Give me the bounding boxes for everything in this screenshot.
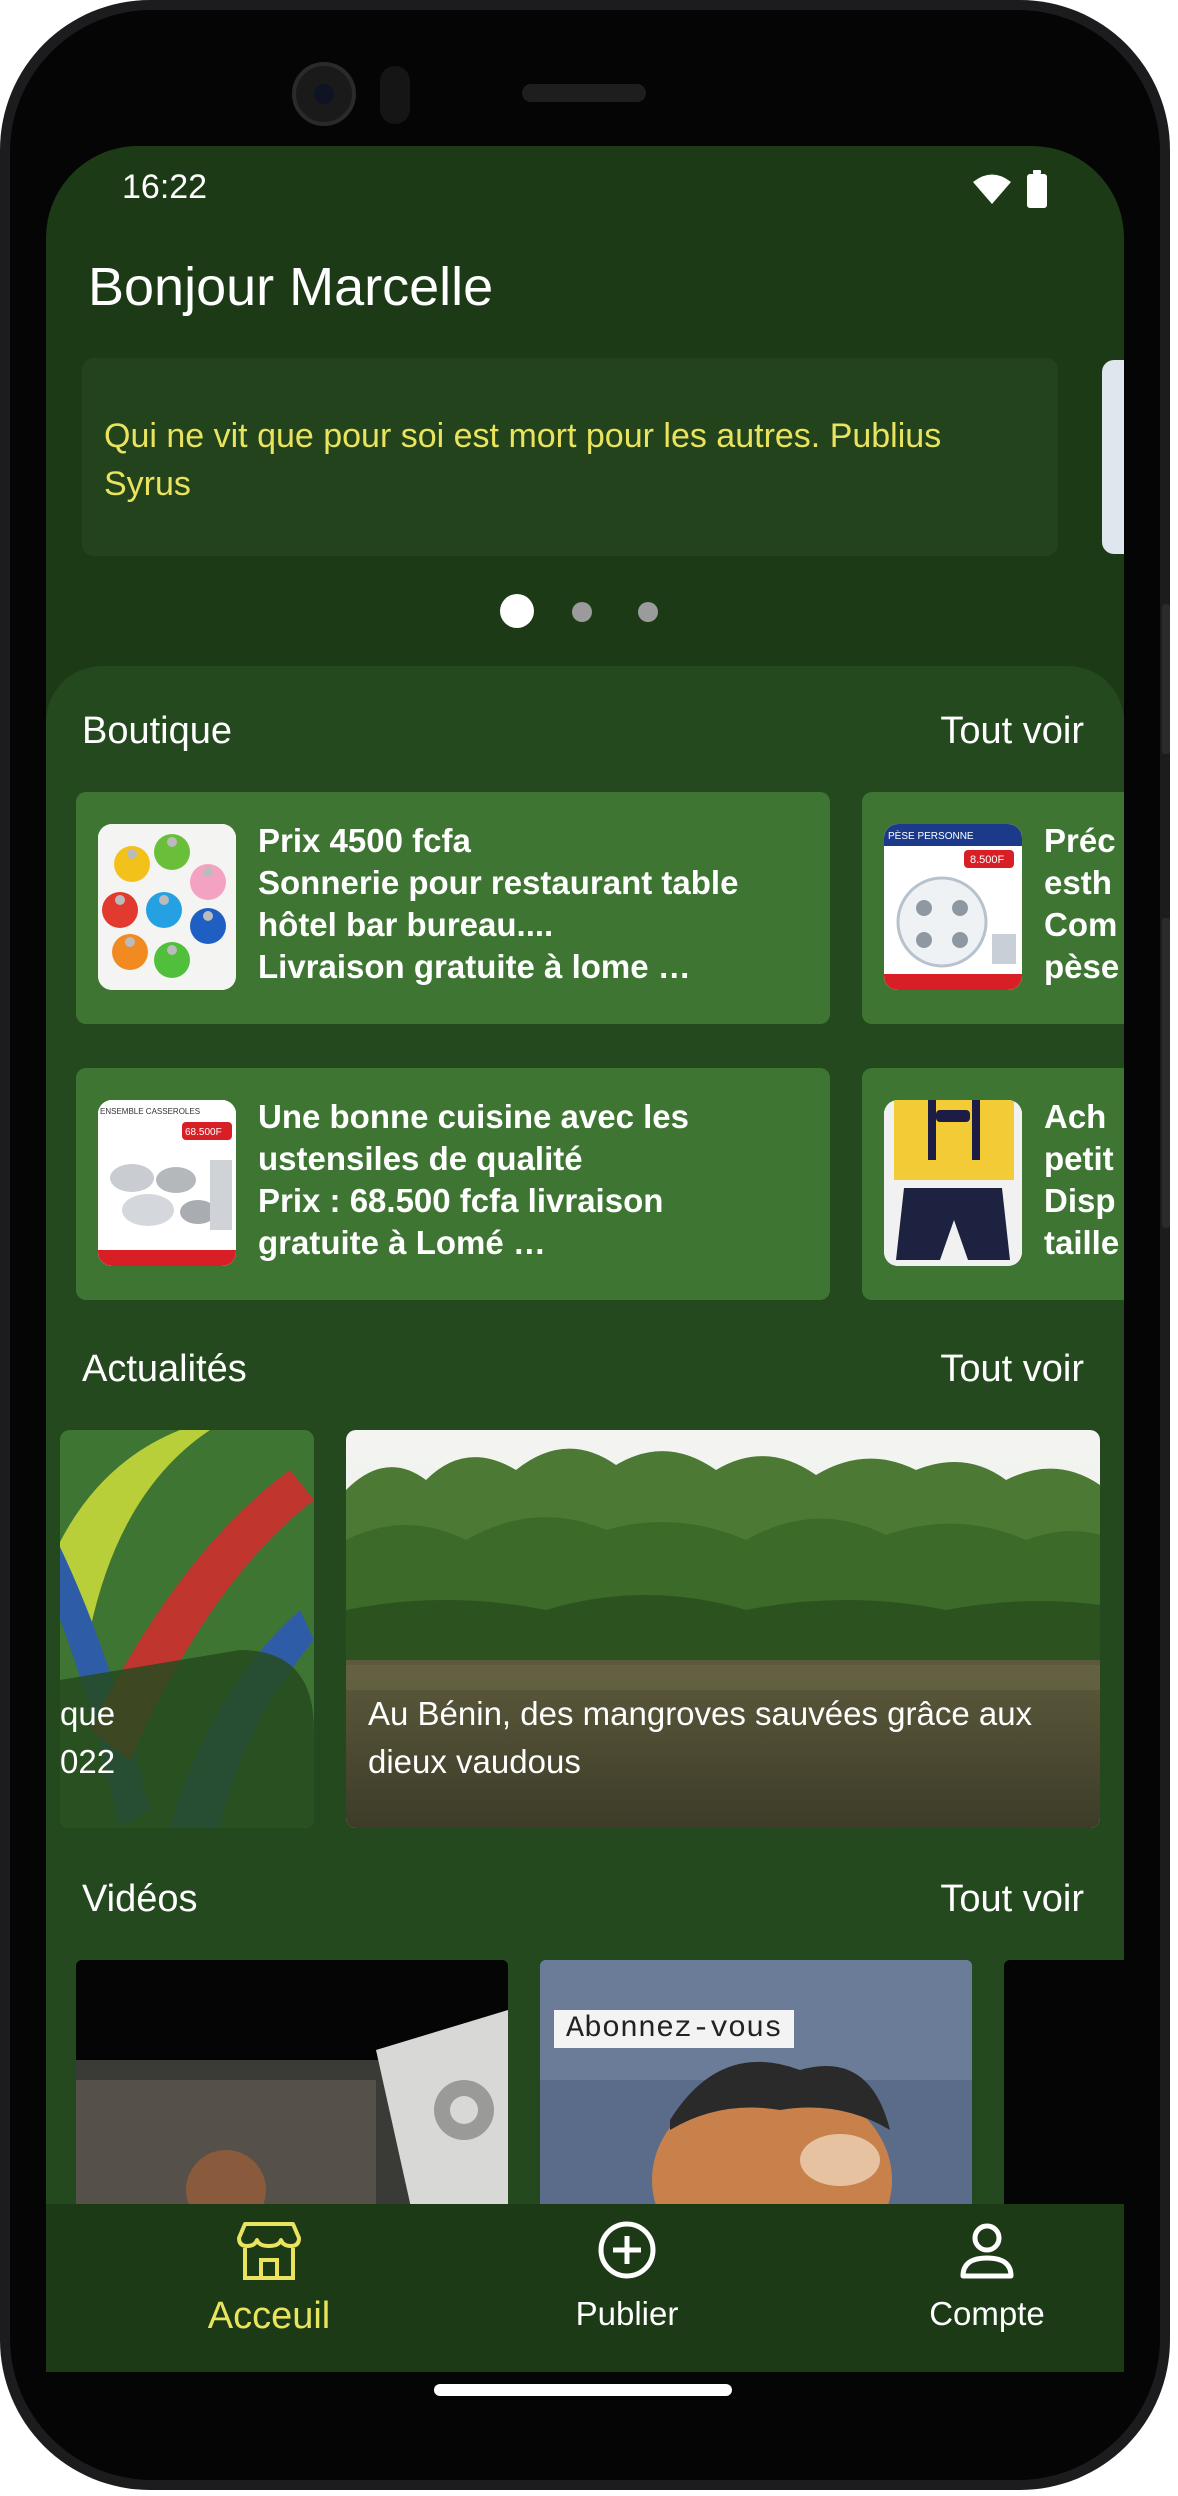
news-card[interactable]: que 022 [60,1430,314,1828]
nav-label-compte: Compte [929,2295,1045,2332]
shop-card[interactable]: Ach petit Disp taille [862,1068,1124,1300]
volume-button [1162,918,1170,1228]
greeting-title: Bonjour Marcelle [88,257,494,317]
shop-card[interactable]: ENSEMBLE CASSEROLES 68.500F Une bonne cu… [76,1068,830,1300]
news-card[interactable]: Au Bénin, des mangroves sauvées grâce au… [346,1430,1100,1828]
shop-card-text: Ach petit Disp taille [1044,1098,1120,1261]
shop-card[interactable]: PÈSE PERSONNE 8.500F Préc esth Com pèse [862,792,1124,1024]
carousel-dot-active[interactable] [500,594,534,628]
nav-label-acceuil: Acceuil [207,2295,331,2337]
quote-card[interactable]: Qui ne vit que pour soi est mort pour le… [82,358,1058,556]
shop-card-text: Une bonne cuisine avec les ustensiles de… [258,1098,689,1261]
boutique-title: Boutique [82,710,233,752]
shop-card-text: Prix 4500 fcfa Sonnerie pour restaurant … [258,822,739,985]
app-screen: 16:22 Bonjour Marcelle Qui ne vit que po… [46,146,1124,2372]
videos-title: Vidéos [82,1878,198,1920]
home-indicator[interactable] [434,2384,732,2396]
nav-item-acceuil[interactable]: Acceuil [154,2214,384,2338]
bottom-navigation: Acceuil Publier Compte [46,2204,1124,2372]
battery-icon [1027,170,1047,208]
news-card-caption: que 022 [60,1695,116,1780]
videos-see-all-link[interactable]: Tout voir [940,1878,1084,1921]
status-icons [972,170,1048,208]
shop-card-text: Préc esth Com pèse [1044,822,1120,985]
carousel-indicator [46,594,1124,634]
shop-card[interactable]: Prix 4500 fcfa Sonnerie pour restaurant … [76,792,830,1024]
boutique-see-all-link[interactable]: Tout voir [940,710,1084,753]
kids-outfit-icon [884,1100,1022,1266]
svg-text:8.500F: 8.500F [970,854,1005,866]
news-card-caption: Au Bénin, des mangroves sauvées grâce au… [368,1695,1033,1780]
svg-text:68.500F: 68.500F [185,1127,222,1138]
nav-item-compte[interactable]: Compte [872,2214,1102,2333]
quote-card-next[interactable] [1102,360,1124,554]
wifi-icon [973,174,1011,204]
actualites-see-all-link[interactable]: Tout voir [940,1348,1084,1391]
svg-text:ENSEMBLE CASSEROLES: ENSEMBLE CASSEROLES [100,1107,200,1116]
proximity-sensor [380,66,410,124]
bells-icon [98,824,236,990]
nav-label-publier: Publier [575,2295,679,2332]
carousel-dot[interactable] [638,602,658,622]
phone-frame: 16:22 Bonjour Marcelle Qui ne vit que po… [0,0,1170,2490]
power-button [1162,604,1170,754]
front-camera [292,62,356,126]
actualites-title: Actualités [82,1348,247,1390]
add-circle-icon [598,2221,656,2279]
subscribe-overlay: Abonnez-vous [554,2010,795,2048]
store-icon [237,2222,301,2280]
quote-text: Qui ne vit que pour soi est mort pour le… [104,417,942,503]
scale-icon: PÈSE PERSONNE 8.500F [884,824,1022,990]
earpiece-speaker [522,84,646,102]
person-icon [960,2223,1014,2279]
status-time: 16:22 [122,168,208,206]
cookware-icon: ENSEMBLE CASSEROLES 68.500F [98,1100,236,1266]
svg-text:PÈSE PERSONNE: PÈSE PERSONNE [888,829,974,842]
carousel-dot[interactable] [572,602,592,622]
nav-item-publier[interactable]: Publier [512,2214,742,2333]
